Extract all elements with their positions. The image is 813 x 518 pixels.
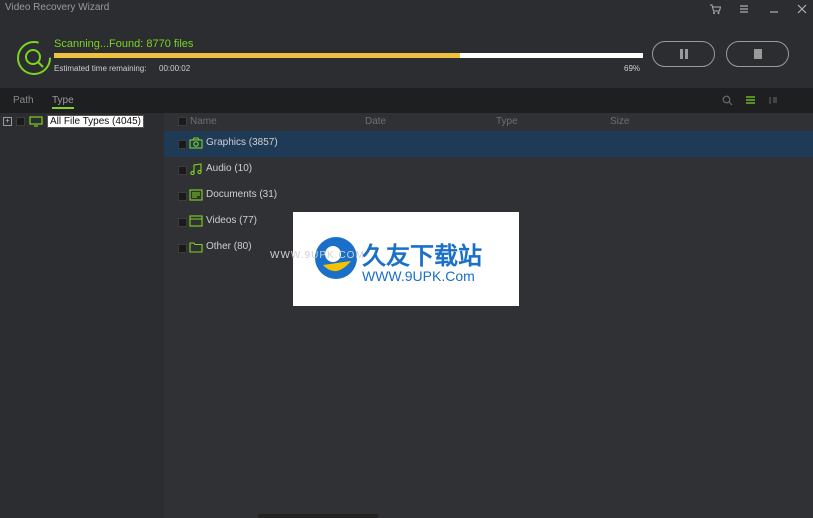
detail-view-icon[interactable] xyxy=(768,95,779,109)
row-checkbox[interactable] xyxy=(178,218,187,227)
watermark-www: WWW.9UPK.COM xyxy=(270,250,365,261)
row-checkbox[interactable] xyxy=(178,192,187,201)
row-graphics[interactable]: Graphics (3857) xyxy=(164,131,813,157)
minimize-icon[interactable] xyxy=(766,2,782,16)
camera-icon xyxy=(189,137,203,149)
video-icon xyxy=(189,215,203,227)
monitor-icon xyxy=(29,116,43,127)
row-audio[interactable]: Audio (10) xyxy=(164,157,813,183)
file-list-pane: Name Date Type Size Graphics (3857) Audi… xyxy=(164,113,813,518)
window-title: Video Recovery Wizard xyxy=(5,2,110,13)
search-icon[interactable] xyxy=(722,95,733,109)
music-note-icon xyxy=(190,163,202,175)
column-name[interactable]: Name xyxy=(190,116,217,127)
select-all-checkbox[interactable] xyxy=(178,117,187,126)
tree-root[interactable]: + All File Types (4045) xyxy=(3,115,144,128)
watermark-title: 久友下载站 xyxy=(362,242,482,270)
row-label: Other (80) xyxy=(206,241,252,252)
progress-percent: 69% xyxy=(624,64,641,73)
tree-root-label: All File Types (4045) xyxy=(47,115,144,128)
stop-button[interactable] xyxy=(726,41,789,67)
menu-icon[interactable] xyxy=(736,2,752,16)
tab-bar: Path Type xyxy=(0,88,813,113)
scan-status: Scanning...Found: 8770 files xyxy=(54,38,194,50)
horizontal-scrollbar[interactable] xyxy=(258,514,378,518)
row-documents[interactable]: Documents (31) xyxy=(164,183,813,209)
row-checkbox[interactable] xyxy=(178,244,187,253)
tree-pane: + All File Types (4045) xyxy=(0,113,164,518)
watermark-url: WWW.9UPK.Com xyxy=(362,268,475,284)
column-type[interactable]: Type xyxy=(496,116,518,127)
eta-value: 00:00:02 xyxy=(159,64,191,73)
row-label: Graphics (3857) xyxy=(206,137,278,148)
stop-icon xyxy=(753,49,762,59)
row-label: Audio (10) xyxy=(206,163,253,174)
scan-magnifier-icon xyxy=(16,40,52,76)
list-view-icon[interactable] xyxy=(745,95,756,109)
cart-icon[interactable] xyxy=(707,2,723,16)
row-checkbox[interactable] xyxy=(178,140,187,149)
tab-type[interactable]: Type xyxy=(52,95,74,109)
column-date[interactable]: Date xyxy=(365,116,386,127)
row-label: Videos (77) xyxy=(206,215,257,226)
pause-icon xyxy=(679,49,688,59)
progress-bar xyxy=(54,53,643,58)
eta-label: Estimated time remaining: xyxy=(54,64,147,73)
close-icon[interactable] xyxy=(794,2,810,16)
tree-root-checkbox[interactable] xyxy=(16,117,25,126)
row-checkbox[interactable] xyxy=(178,166,187,175)
tab-path[interactable]: Path xyxy=(13,95,34,106)
expand-icon[interactable]: + xyxy=(3,117,12,126)
pause-button[interactable] xyxy=(652,41,715,67)
row-label: Documents (31) xyxy=(206,189,278,200)
document-icon xyxy=(189,189,203,201)
title-bar: Video Recovery Wizard xyxy=(0,0,813,20)
folder-icon xyxy=(189,242,203,253)
column-size[interactable]: Size xyxy=(610,116,629,127)
progress-fill xyxy=(54,53,461,58)
